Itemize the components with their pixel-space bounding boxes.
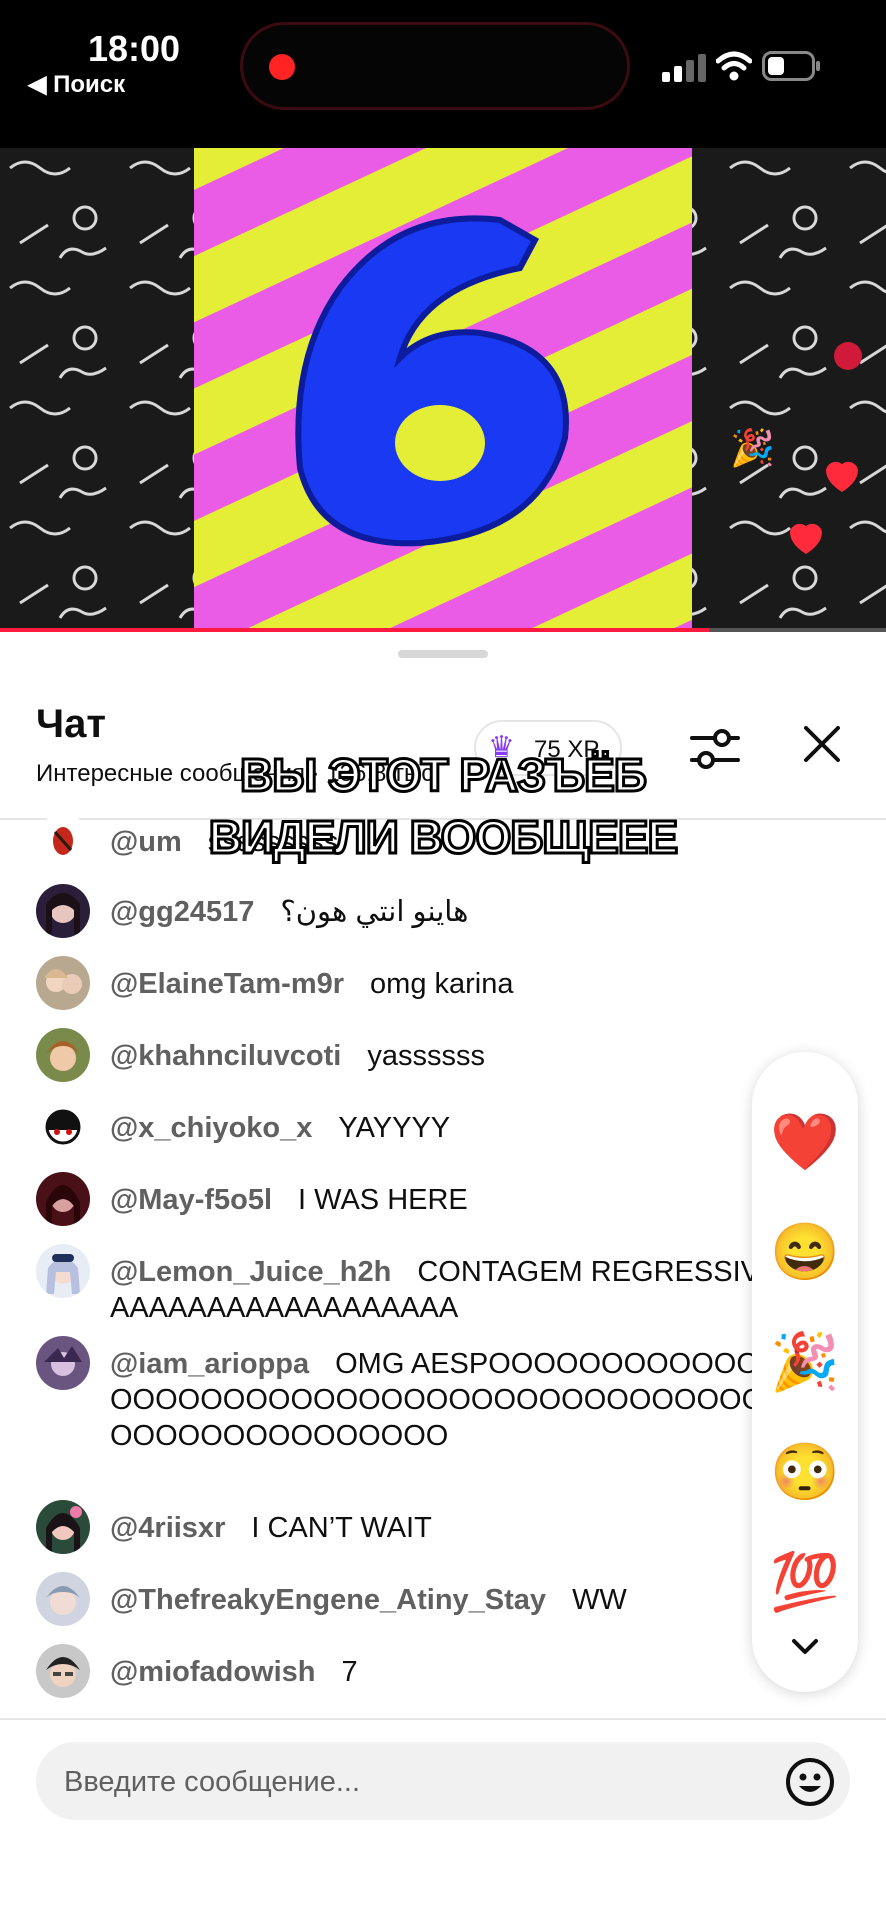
back-to-search-link[interactable]: ◀ Поиск bbox=[28, 70, 125, 99]
chat-title: Чат bbox=[36, 702, 106, 746]
reaction-panel: ❤️ 😄 🎉 😳 💯 bbox=[752, 1052, 858, 1692]
flushed-reaction-button[interactable]: 😳 bbox=[765, 1432, 845, 1512]
message-author[interactable]: @May-f5o5l bbox=[110, 1184, 272, 1216]
heart-reaction-button[interactable]: ❤️ bbox=[765, 1102, 845, 1182]
input-divider bbox=[0, 1718, 886, 1720]
status-bar: 18:00 ◀ Поиск bbox=[0, 0, 886, 148]
avatar bbox=[36, 1244, 90, 1298]
message-text: yassssss bbox=[367, 1040, 485, 1072]
avatar bbox=[36, 1100, 90, 1154]
message-author[interactable]: @x_chiyoko_x bbox=[110, 1112, 312, 1144]
close-icon[interactable] bbox=[800, 722, 844, 766]
recording-indicator-icon bbox=[269, 54, 295, 80]
avatar bbox=[36, 1500, 90, 1554]
cellular-signal-icon bbox=[662, 54, 706, 82]
message-text: I WAS HERE bbox=[298, 1184, 468, 1216]
video-caption-overlay: ВЫ ЭТОТ РАЗЪЁБ ВИДЕЛИ ВООБЩЕЕЕ bbox=[110, 744, 776, 868]
message-text: YAYYYY bbox=[338, 1112, 451, 1144]
avatar bbox=[36, 1644, 90, 1698]
hundred-reaction-button[interactable]: 💯 bbox=[765, 1542, 845, 1622]
avatar bbox=[36, 1028, 90, 1082]
message-input[interactable]: Введите сообщение... bbox=[36, 1742, 850, 1820]
grin-reaction-button[interactable]: 😄 bbox=[765, 1212, 845, 1292]
message-text: omg karina bbox=[370, 968, 514, 1000]
caption-line: ВЫ ЭТОТ РАЗЪЁБ bbox=[239, 748, 649, 803]
avatar bbox=[36, 1572, 90, 1626]
message-author[interactable]: @khahnciluvcoti bbox=[110, 1040, 341, 1072]
avatar bbox=[36, 814, 90, 868]
svg-text:🎉: 🎉 bbox=[730, 427, 775, 469]
status-time: 18:00 bbox=[88, 28, 181, 69]
message-author[interactable]: @4riisxr bbox=[110, 1512, 225, 1544]
emoji-icon[interactable] bbox=[784, 1756, 836, 1808]
message-text: 7 bbox=[341, 1656, 358, 1688]
message-author[interactable]: @gg24517 bbox=[110, 896, 254, 928]
message-text: هاينو انتي هون؟ bbox=[280, 896, 469, 928]
message-author[interactable]: @Lemon_Juice_h2h bbox=[110, 1256, 391, 1288]
sheet-drag-handle[interactable] bbox=[398, 650, 488, 658]
chevron-down-icon[interactable] bbox=[782, 1624, 828, 1670]
message-text: I CAN’T WAIT bbox=[251, 1512, 432, 1544]
avatar bbox=[36, 1172, 90, 1226]
video-frame: 🎉 bbox=[0, 148, 886, 632]
party-reaction-button[interactable]: 🎉 bbox=[765, 1322, 845, 1402]
caption-line: ВИДЕЛИ ВООБЩЕЕЕ bbox=[207, 810, 679, 865]
message-author[interactable]: @ThefreakyEngene_Atiny_Stay bbox=[110, 1584, 546, 1616]
battery-icon bbox=[762, 51, 820, 81]
avatar bbox=[36, 884, 90, 938]
video-player[interactable]: 🎉 6 bbox=[0, 148, 886, 632]
message-author[interactable]: @iam_arioppa bbox=[110, 1348, 309, 1380]
wifi-icon bbox=[716, 51, 752, 81]
dynamic-island bbox=[240, 22, 630, 110]
message-input-placeholder: Введите сообщение... bbox=[64, 1766, 361, 1798]
message-author[interactable]: @ElaineTam-m9r bbox=[110, 968, 344, 1000]
avatar bbox=[36, 1336, 90, 1390]
message-text: WW bbox=[572, 1584, 627, 1616]
avatar bbox=[36, 956, 90, 1010]
message-author[interactable]: @miofadowish bbox=[110, 1656, 316, 1688]
